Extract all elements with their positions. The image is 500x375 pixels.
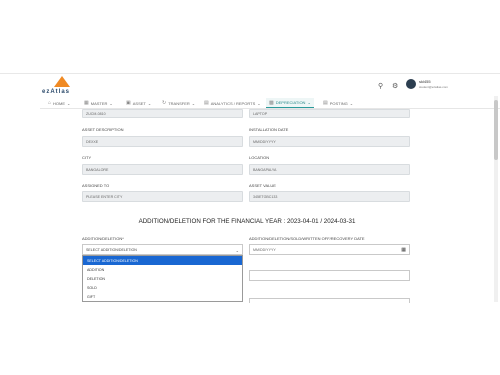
select-value: SELECT ADDITION/DELETION — [86, 247, 137, 252]
analytics-icon: ▤ — [204, 100, 209, 106]
chevron-down-icon: ⌄ — [235, 248, 239, 253]
page-scrollbar[interactable] — [494, 96, 498, 302]
chevron-down-icon: ⌄ — [147, 100, 152, 106]
city-label: CITY — [82, 155, 92, 160]
chevron-down-icon: ⌄ — [109, 100, 113, 106]
nav-label: ANALYTICS / REPORTS — [210, 100, 256, 106]
nav-label: TRANSFER — [168, 100, 190, 106]
gear-icon[interactable]: ⚙ — [392, 82, 398, 90]
addition-deletion-dropdown[interactable]: SELECT ADDITION/DELETION ADDITION DELETI… — [82, 255, 243, 302]
asset-value-field[interactable]: 345ETGBC133 — [249, 191, 410, 202]
nav-item-home[interactable]: ⌂ HOME ⌄ — [48, 98, 70, 108]
calendar-icon[interactable]: ▦ — [401, 247, 406, 253]
chevron-down-icon: ⌄ — [191, 100, 196, 106]
user-name: skl455 — [419, 79, 431, 84]
addition-date-input[interactable]: MM/DD/YYYY ▦ — [249, 244, 410, 255]
search-icon[interactable]: ⚲ — [378, 82, 383, 90]
posting-icon: ▤ — [323, 100, 328, 106]
date-placeholder: MM/DD/YYYY — [253, 247, 276, 252]
nav-item-asset[interactable]: ▣ ASSET ⌄ — [126, 98, 151, 108]
nav-label: DEPRECIATION — [275, 100, 306, 105]
chevron-down-icon: ⌄ — [349, 100, 354, 106]
nav-label: POSTING — [329, 100, 348, 106]
nav-item-depreciation[interactable]: ▩ DEPRECIATION ⌄ — [266, 98, 314, 108]
section-title: ADDITION/DELETION FOR THE FINANCIAL YEAR… — [138, 218, 356, 225]
scrollbar-thumb[interactable] — [494, 100, 498, 160]
chevron-down-icon: ⌄ — [257, 100, 261, 106]
chevron-down-icon: ⌄ — [67, 100, 71, 106]
logo-text: ezAtlas — [42, 89, 71, 95]
lower-field[interactable] — [249, 298, 410, 303]
city-field[interactable]: BANGALORE — [82, 164, 243, 175]
asset-description-field[interactable]: DEXXE — [82, 136, 243, 147]
installation-date-label: INSTALLATION DATE — [249, 127, 289, 132]
asset-description-label: ASSET DESCRIPTION — [82, 127, 124, 132]
dropdown-option[interactable]: DELETION — [83, 274, 242, 283]
addition-deletion-select[interactable]: SELECT ADDITION/DELETION ⌄ — [82, 244, 243, 255]
asset-value-label: ASSET VALUE — [249, 183, 276, 188]
avatar[interactable] — [406, 79, 416, 89]
asset-code-field[interactable]: ZUCM-0810 — [82, 109, 243, 118]
nav-item-transfer[interactable]: ↻ TRANSFER ⌄ — [162, 98, 195, 108]
nav-label: HOME — [53, 100, 66, 106]
dropdown-option[interactable]: SELECT ADDITION/DELETION — [83, 256, 242, 266]
nav-item-analytics[interactable]: ▤ ANALYTICS / REPORTS ⌄ — [204, 98, 261, 108]
home-icon: ⌂ — [48, 100, 52, 106]
chevron-down-icon: ⌄ — [307, 100, 311, 105]
location-label: LOCATION — [249, 155, 270, 160]
installation-date-field[interactable]: MM/DD/YYYY — [249, 136, 410, 147]
recovery-field[interactable] — [249, 270, 410, 281]
addition-date-label: ADDITION/DELETION/SOLD/WRITTEN OFF/RECOV… — [249, 236, 365, 241]
main-nav: ⌂ HOME ⌄ ▦ MASTER ⌄ ▣ ASSET ⌄ ↻ TRANSFER… — [40, 97, 500, 109]
app-header: ezAtlas ⚲ ⚙ skl455 student@ezatlas.com — [40, 74, 500, 96]
assigned-to-field[interactable]: PLEASE ENTER CITY — [82, 191, 243, 202]
nav-item-master[interactable]: ▦ MASTER ⌄ — [84, 98, 113, 108]
transfer-icon: ↻ — [162, 100, 167, 106]
depreciation-icon: ▩ — [269, 99, 274, 106]
ezatlas-logo[interactable]: ezAtlas — [42, 76, 82, 98]
dropdown-option[interactable]: SOLD — [83, 284, 242, 293]
nav-label: MASTER — [90, 100, 108, 106]
asset-icon: ▣ — [126, 100, 131, 106]
dropdown-option[interactable]: GIFT — [83, 293, 242, 302]
master-icon: ▦ — [84, 100, 89, 106]
location-field[interactable]: BANGAPALYA — [249, 164, 410, 175]
dropdown-option[interactable]: ADDITION — [83, 265, 242, 274]
asset-category-field[interactable]: LAPTOP — [249, 109, 410, 118]
user-email: student@ezatlas.com — [419, 85, 448, 89]
addition-deletion-label: ADDITION/DELETION* — [82, 236, 124, 241]
nav-label: ASSET — [132, 100, 146, 106]
nav-item-posting[interactable]: ▤ POSTING ⌄ — [323, 98, 353, 108]
assigned-to-label: ASSIGNED TO — [82, 183, 110, 188]
logo-triangle-icon — [54, 76, 70, 87]
